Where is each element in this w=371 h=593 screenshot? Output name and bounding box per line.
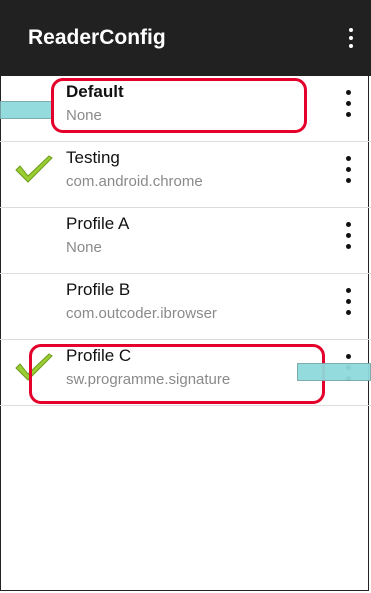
list-item[interactable]: Profile B com.outcoder.ibrowser: [0, 274, 371, 340]
callout-marker: [0, 101, 52, 119]
highlight-box: [51, 78, 307, 133]
profile-subtitle: com.outcoder.ibrowser: [66, 305, 217, 322]
item-menu-icon[interactable]: [342, 156, 354, 186]
item-menu-icon[interactable]: [342, 222, 354, 252]
checkmark-icon: [15, 155, 53, 183]
list-item[interactable]: Profile A None: [0, 208, 371, 274]
profile-name: Profile A: [66, 214, 130, 233]
app-title: ReaderConfig: [28, 26, 166, 49]
highlight-box: [29, 344, 325, 404]
profile-subtitle: com.android.chrome: [66, 173, 203, 190]
profile-subtitle: None: [66, 239, 102, 256]
item-menu-icon[interactable]: [342, 90, 354, 120]
profile-name: Testing: [66, 148, 120, 167]
item-menu-icon[interactable]: [342, 288, 354, 318]
profile-name: Profile B: [66, 280, 131, 299]
list-item[interactable]: Testing com.android.chrome: [0, 142, 371, 208]
callout-marker: [297, 363, 371, 381]
overflow-menu-icon[interactable]: [346, 28, 356, 50]
app-bar: ReaderConfig: [0, 0, 371, 76]
